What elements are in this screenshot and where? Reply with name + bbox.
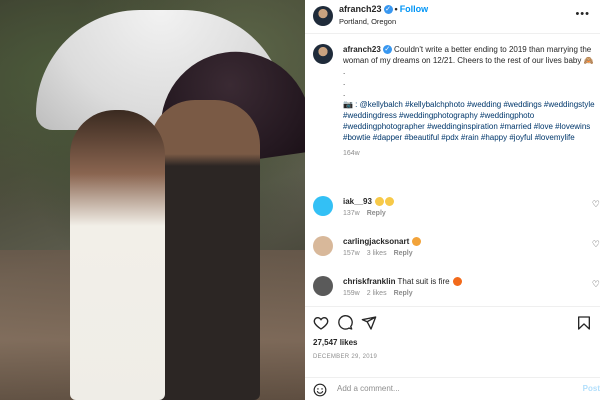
save-bookmark-icon[interactable] bbox=[576, 315, 592, 331]
commenter-avatar[interactable] bbox=[313, 276, 333, 296]
comment-item: carlingjacksonart 157w 3 likes Reply ♡ bbox=[313, 236, 600, 266]
post-detail-panel: afranch23 ✓ • Follow Portland, Oregon ••• a… bbox=[305, 0, 600, 400]
more-options-icon[interactable]: ••• bbox=[575, 8, 590, 20]
comment-age: 159w bbox=[343, 290, 360, 297]
comment-meta: 137w Reply bbox=[343, 210, 393, 217]
bride-figure bbox=[70, 110, 165, 400]
separator-dot: • bbox=[394, 4, 398, 14]
comment-text: That suit is fire bbox=[397, 277, 450, 286]
commenter-username[interactable]: carlingjacksonart bbox=[343, 237, 409, 246]
author-line: afranch23 ✓ • Follow bbox=[339, 4, 429, 15]
fire-emoji-icon bbox=[452, 277, 462, 287]
comment-likes[interactable]: 2 likes bbox=[367, 290, 387, 297]
reply-button[interactable]: Reply bbox=[367, 210, 386, 217]
cry-emoji-icon bbox=[385, 197, 395, 207]
comment-item: chriskfranklin That suit is fire 159w 2 l… bbox=[313, 276, 600, 306]
like-comment-heart-icon[interactable]: ♡ bbox=[592, 279, 600, 290]
hug-emoji-icon: 🙈 bbox=[583, 56, 594, 65]
post-actions-bar bbox=[305, 306, 600, 338]
follow-button[interactable]: Follow bbox=[400, 4, 429, 14]
caption-dot-3: . bbox=[343, 89, 346, 98]
emoji-picker-icon[interactable] bbox=[313, 383, 327, 397]
smile-emoji-icon bbox=[375, 197, 385, 207]
share-send-icon[interactable] bbox=[361, 315, 377, 331]
post-photo[interactable] bbox=[0, 0, 305, 400]
caption-username[interactable]: afranch23 bbox=[343, 45, 381, 54]
caption-dot-1: . bbox=[343, 67, 346, 76]
verified-icon: ✓ bbox=[383, 5, 393, 15]
groom-figure bbox=[150, 100, 260, 400]
comment-meta: 159w 2 likes Reply bbox=[343, 290, 420, 297]
photographer-credit[interactable]: 📷 : @kellybalch bbox=[343, 100, 403, 109]
commenter-avatar[interactable] bbox=[313, 196, 333, 216]
post-location[interactable]: Portland, Oregon bbox=[339, 17, 396, 26]
caption-age: 164w bbox=[343, 150, 360, 157]
reply-button[interactable]: Reply bbox=[394, 290, 413, 297]
comment-item: iak__93 137w Reply ♡ bbox=[313, 196, 600, 226]
comment-age: 157w bbox=[343, 250, 360, 257]
comment-age: 137w bbox=[343, 210, 360, 217]
comment-meta: 157w 3 likes Reply bbox=[343, 250, 420, 257]
comment-input[interactable]: Add a comment... bbox=[337, 384, 400, 393]
commenter-avatar[interactable] bbox=[313, 236, 333, 256]
caption-dot-2: . bbox=[343, 78, 346, 87]
like-heart-icon[interactable] bbox=[313, 315, 329, 331]
post-header: afranch23 ✓ • Follow Portland, Oregon ••• bbox=[305, 0, 600, 34]
reply-button[interactable]: Reply bbox=[394, 250, 413, 257]
caption-avatar[interactable] bbox=[313, 44, 333, 64]
post-comment-button[interactable]: Post bbox=[583, 384, 600, 393]
verified-icon: ✓ bbox=[382, 45, 392, 55]
comment-text-line: carlingjacksonart bbox=[343, 237, 422, 247]
author-avatar[interactable] bbox=[313, 6, 333, 26]
caption-body: afranch23 ✓ Couldn't write a better endin… bbox=[343, 44, 595, 159]
likes-count[interactable]: 27,547 likes bbox=[313, 338, 357, 347]
author-username[interactable]: afranch23 bbox=[339, 4, 382, 14]
heart-eyes-emoji-icon bbox=[412, 237, 422, 247]
commenter-username[interactable]: chriskfranklin bbox=[343, 277, 395, 286]
post-date: DECEMBER 29, 2019 bbox=[313, 354, 378, 360]
comment-text-line: chriskfranklin That suit is fire bbox=[343, 277, 462, 287]
comment-bubble-icon[interactable] bbox=[337, 315, 353, 331]
comment-text-line: iak__93 bbox=[343, 197, 395, 207]
commenter-username[interactable]: iak__93 bbox=[343, 197, 372, 206]
credit-hashtag[interactable]: #kellybalchphoto bbox=[405, 100, 465, 109]
like-comment-heart-icon[interactable]: ♡ bbox=[592, 199, 600, 210]
comment-likes[interactable]: 3 likes bbox=[367, 250, 387, 257]
add-comment-bar: Add a comment... Post bbox=[305, 377, 600, 400]
like-comment-heart-icon[interactable]: ♡ bbox=[592, 239, 600, 250]
